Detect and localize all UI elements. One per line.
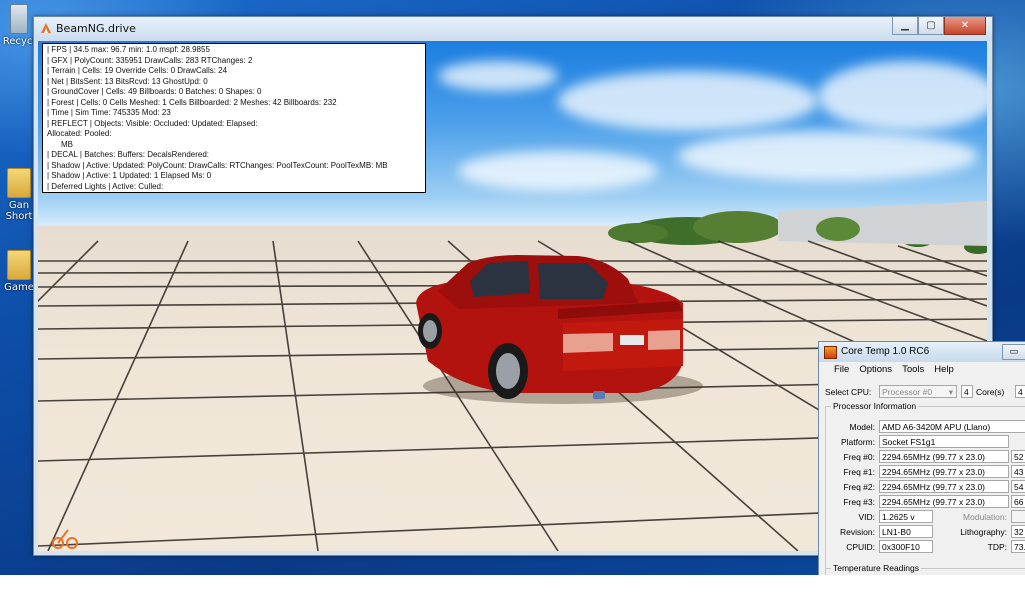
- game-folder-shortcut[interactable]: Game: [2, 250, 36, 293]
- platform-label: Platform:: [840, 437, 875, 447]
- menu-tools[interactable]: Tools: [897, 362, 929, 378]
- coretemp-window: Core Temp 1.0 RC6 ▭ File Options Tools H…: [818, 341, 1025, 577]
- desktop-icon-label: Game: [4, 282, 34, 293]
- tdp-value: 73.: [1011, 540, 1025, 553]
- cpuid-value: 0x300F10: [879, 540, 933, 553]
- menu-help[interactable]: Help: [929, 362, 959, 378]
- core-load: 66: [1011, 495, 1025, 508]
- cpuid-label: CPUID:: [846, 542, 875, 552]
- processor-info-title: Processor Information: [831, 401, 919, 411]
- freq-label: Freq #3:: [843, 497, 875, 507]
- core-load: 54: [1011, 480, 1025, 493]
- stats-line: | GFX | PolyCount: 335951 DrawCalls: 283…: [47, 55, 253, 65]
- window-control-button[interactable]: ▭: [1002, 344, 1025, 360]
- folder-icon: [7, 168, 31, 198]
- debug-stats-overlay: | FPS | 34.5 max: 96.7 min: 1.0 mspf: 28…: [42, 43, 426, 193]
- stats-line: | GroundCover | Cells: 49 Billboards: 0 …: [47, 87, 262, 96]
- cores-count: 4: [961, 385, 973, 398]
- platform-value: Socket FS1g1: [879, 435, 1009, 448]
- stats-line: | Shadow | Active: Updated: PolyCount: D…: [47, 160, 388, 170]
- chevron-down-icon: ▾: [948, 387, 953, 397]
- freq-value: 2294.65MHz (99.77 x 23.0): [879, 465, 1009, 478]
- stats-line: | Time | Sim Time: 745335 Mod: 23: [47, 108, 171, 117]
- desktop-icon-label: Recycl: [2, 36, 36, 47]
- menu-file[interactable]: File: [829, 362, 854, 378]
- stats-line: | Forest | Cells: 0 Cells Meshed: 1 Cell…: [47, 97, 337, 107]
- folder-icon: [7, 250, 31, 280]
- model-label: Model:: [849, 422, 875, 432]
- thermometer-icon: [824, 346, 837, 359]
- stats-line: | FPS | 34.5 max: 96.7 min: 1.0 mspf: 28…: [47, 45, 210, 54]
- stats-line: MB: [61, 139, 73, 149]
- title-bar[interactable]: Core Temp 1.0 RC6 ▭: [819, 342, 1025, 362]
- maximize-button[interactable]: ▢: [918, 17, 944, 35]
- freq-label: Freq #0:: [843, 452, 875, 462]
- red-car[interactable]: [416, 255, 703, 404]
- recycle-bin-icon: [10, 4, 28, 34]
- minimize-button[interactable]: ▁: [892, 17, 918, 35]
- freq-label: Freq #1:: [843, 467, 875, 477]
- stats-line: | Shadow | Active: 1 Updated: 1 Elapsed …: [47, 171, 212, 180]
- revision-value: LN1-B0: [879, 525, 933, 538]
- processor-select[interactable]: Processor #0 ▾: [879, 385, 957, 398]
- revision-label: Revision:: [840, 527, 875, 537]
- freq-value: 2294.65MHz (99.77 x 23.0): [879, 495, 1009, 508]
- close-button[interactable]: ✕: [944, 17, 986, 35]
- window-title: Core Temp 1.0 RC6: [841, 346, 930, 357]
- stats-line: | Terrain | Cells: 19 Override Cells: 0 …: [47, 66, 228, 75]
- bottom-strip: [0, 575, 1025, 599]
- lithography-label: Lithography:: [960, 527, 1007, 537]
- stats-line: Allocated: Pooled:: [47, 129, 112, 138]
- stats-line: | Net | BitsSent: 13 BitsRcvd: 13 GhostU…: [47, 76, 208, 86]
- menu-options[interactable]: Options: [854, 362, 897, 378]
- beamng-logo-icon: [52, 529, 78, 549]
- cores-label: Core(s): [976, 387, 1005, 397]
- threads-count: 4: [1015, 385, 1025, 398]
- vid-label: VID:: [858, 512, 875, 522]
- core-load: 43: [1011, 465, 1025, 478]
- coretemp-body: Select CPU: Processor #0 ▾ 4 Core(s) 4 P…: [819, 378, 1025, 576]
- stats-line: | DECAL | Batches: Buffers: DecalsRender…: [47, 150, 210, 159]
- desktop-icon-label: Gan Short: [5, 200, 33, 222]
- modulation-value: [1011, 510, 1025, 523]
- temperature-title: Temperature Readings: [831, 563, 921, 573]
- freq-value: 2294.65MHz (99.77 x 23.0): [879, 450, 1009, 463]
- window-title: BeamNG.drive: [56, 22, 136, 35]
- core-load: 52: [1011, 450, 1025, 463]
- freq-label: Freq #2:: [843, 482, 875, 492]
- games-folder-shortcut[interactable]: Gan Short: [2, 168, 36, 222]
- horizon-trees: [608, 201, 987, 254]
- vid-value: 1.2625 v: [879, 510, 933, 523]
- beamng-app-icon: [41, 23, 51, 33]
- modulation-label: Modulation:: [963, 512, 1007, 522]
- tdp-label: TDP:: [987, 542, 1007, 552]
- processor-select-value: Processor #0: [882, 387, 933, 397]
- freq-value: 2294.65MHz (99.77 x 23.0): [879, 480, 1009, 493]
- recycle-bin-shortcut[interactable]: Recycl: [2, 4, 36, 47]
- select-cpu-label: Select CPU:: [825, 387, 872, 397]
- model-value: AMD A6-3420M APU (Llano): [879, 420, 1025, 433]
- title-bar[interactable]: BeamNG.drive ▁ ▢ ✕: [34, 17, 992, 41]
- stats-line: | Deferred Lights | Active: Culled:: [47, 181, 164, 191]
- stats-line: | REFLECT | Objects: Visible: Occluded: …: [47, 118, 258, 128]
- lithography-value: 32: [1011, 525, 1025, 538]
- menu-bar: File Options Tools Help: [819, 362, 1025, 378]
